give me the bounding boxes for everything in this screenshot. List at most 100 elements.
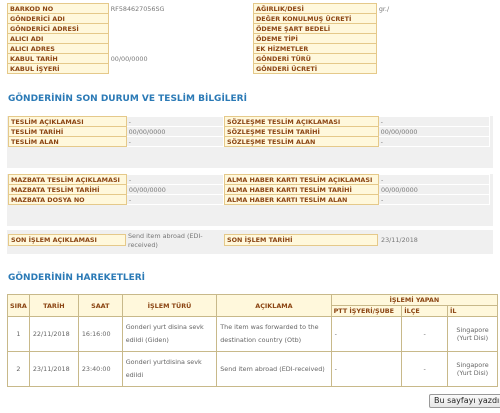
col-header-ptt: PTT İŞYERİ/ŞUBE: [330, 305, 403, 317]
field-label: AĞIRLIK/DESİ: [253, 3, 377, 14]
mazbata-info-right: ALMA HABER KARTI TESLİM AÇIKLAMASI - ALMA …: [224, 174, 491, 205]
field-label: BARKOD NO: [7, 3, 109, 14]
field-label: GÖNDERİCİ ADRESİ: [7, 23, 109, 34]
delivery-info-left: TESLİM AÇIKLAMASI - TESLİM TARİHİ 00/00/000…: [8, 116, 225, 147]
field-label: MAZBATA DOSYA NO: [8, 194, 127, 205]
movement-cell-aciklama: The item was forwarded to the destinatio…: [216, 316, 332, 352]
field-value: -: [377, 194, 491, 205]
field-value: 00/00/0000: [377, 184, 491, 195]
info-row: SÖZLEŞME TESLİM ALAN -: [224, 136, 491, 147]
field-value: [107, 63, 249, 74]
field-label: ALICI ADRES: [7, 43, 109, 54]
info-row: GÖNDERİ ÜCRETİ: [253, 63, 494, 74]
info-row: KABUL İŞYERİ: [7, 63, 249, 74]
movement-cell-islem-turu: Gonderi yurtdisina sevk edildi: [121, 351, 218, 387]
print-page-button[interactable]: Bu sayfayı yazdır: [429, 394, 500, 408]
delivery-info-right: SÖZLEŞME TESLİM AÇIKLAMASI - SÖZLEŞME TESL…: [224, 116, 491, 147]
field-value: [107, 23, 249, 34]
field-value: 00/00/0000: [125, 184, 225, 195]
info-row: DEĞER KONULMUŞ ÜCRETİ: [253, 13, 494, 24]
field-value: -: [125, 116, 225, 127]
field-label: GÖNDERİ ÜCRETİ: [253, 63, 377, 74]
info-row: ALMA HABER KARTI TESLİM TARİHİ 00/00/0000: [224, 184, 491, 195]
movement-cell-sira: 2: [7, 351, 30, 387]
field-value: 00/00/0000: [377, 126, 491, 137]
field-label: SÖZLEŞME TESLİM ALAN: [224, 136, 379, 147]
movement-row: 2 23/11/2018 23:40:00 Gonderi yurtdisina se…: [7, 351, 498, 387]
field-label: ALICI ADI: [7, 33, 109, 44]
info-row: ALMA HABER KARTI TESLİM ALAN -: [224, 194, 491, 205]
info-row: EK HİZMETLER: [253, 43, 494, 54]
field-value: -: [125, 174, 225, 185]
last-action-desc-label: SON İŞLEM AÇIKLAMASI: [8, 234, 126, 246]
field-label: GÖNDERİ TÜRÜ: [253, 53, 377, 64]
field-label: ÖDEME TİPİ: [253, 33, 377, 44]
field-value: [375, 43, 494, 54]
info-row: SÖZLEŞME TESLİM AÇIKLAMASI -: [224, 116, 491, 127]
movement-cell-aciklama: Send item abroad (EDI-received): [216, 351, 332, 387]
col-header-il: İL: [447, 305, 498, 317]
field-label: ÖDEME ŞART BEDELİ: [253, 23, 377, 34]
info-row: GÖNDERİCİ ADRESİ: [7, 23, 249, 34]
movements-section-title: GÖNDERİNİN HAREKETLERİ: [8, 273, 146, 283]
info-row: TESLİM ALAN -: [8, 136, 225, 147]
info-row: GÖNDERİCİ ADI: [7, 13, 249, 24]
movement-cell-islem-turu: Gonderi yurt disina sevk edildi (Giden): [121, 316, 218, 352]
field-value: gr./: [375, 3, 494, 14]
field-value: -: [377, 174, 491, 185]
field-label: ALMA HABER KARTI TESLİM AÇIKLAMASI: [224, 174, 379, 185]
field-label: TESLİM TARİHİ: [8, 126, 127, 137]
movement-cell-tarih: 22/11/2018: [28, 316, 79, 352]
field-label: MAZBATA TESLİM AÇIKLAMASI: [8, 174, 127, 185]
field-label: SÖZLEŞME TESLİM AÇIKLAMASI: [224, 116, 379, 127]
col-header-islem-turu: İŞLEM TÜRÜ: [121, 294, 218, 317]
col-header-tarih: TARİH: [28, 294, 79, 317]
info-row: SÖZLEŞME TESLİM TARİHİ 00/00/0000: [224, 126, 491, 137]
field-label: ALMA HABER KARTI TESLİM ALAN: [224, 194, 379, 205]
movement-cell-saat: 16:16:00: [77, 316, 123, 352]
field-label: ALMA HABER KARTI TESLİM TARİHİ: [224, 184, 379, 195]
field-value: -: [377, 136, 491, 147]
info-row: ALMA HABER KARTI TESLİM AÇIKLAMASI -: [224, 174, 491, 185]
field-value: [107, 33, 249, 44]
info-row: GÖNDERİ TÜRÜ: [253, 53, 494, 64]
movement-row: 1 22/11/2018 16:16:00 Gonderi yurt disina s…: [7, 316, 498, 352]
col-header-saat: SAAT: [77, 294, 123, 317]
movement-cell-tarih: 23/11/2018: [28, 351, 79, 387]
field-label: SÖZLEŞME TESLİM TARİHİ: [224, 126, 379, 137]
last-action-date-label: SON İŞLEM TARİHİ: [224, 234, 378, 246]
field-value: RF584627056SG: [107, 3, 249, 14]
field-value: [375, 23, 494, 34]
info-row: ÖDEME ŞART BEDELİ: [253, 23, 494, 34]
field-value: [375, 63, 494, 74]
info-row: ALICI ADRES: [7, 43, 249, 54]
field-value: [375, 33, 494, 44]
field-value: -: [377, 116, 491, 127]
movements-table: SIRA TARİH SAAT İŞLEM TÜRÜ AÇIKLAMA İŞLE…: [7, 294, 499, 387]
info-row: MAZBATA TESLİM TARİHİ 00/00/0000: [8, 184, 225, 195]
field-label: TESLİM ALAN: [8, 136, 127, 147]
movement-cell-il: Singapore (Yurt Disi): [447, 351, 498, 387]
field-label: EK HİZMETLER: [253, 43, 377, 54]
info-row: TESLİM AÇIKLAMASI -: [8, 116, 225, 127]
field-value: 00/00/0000: [107, 53, 249, 64]
info-row: ÖDEME TİPİ: [253, 33, 494, 44]
info-row: ALICI ADI: [7, 33, 249, 44]
mazbata-info-left: MAZBATA TESLİM AÇIKLAMASI - MAZBATA TESLİM…: [8, 174, 225, 205]
col-header-ilce: İLÇE: [401, 305, 449, 317]
last-action-desc-value: Send item abroad (EDI-received): [128, 232, 203, 249]
movement-cell-il: Singapore (Yurt Disi): [447, 316, 498, 352]
field-label: KABUL İŞYERİ: [7, 63, 109, 74]
field-label: MAZBATA TESLİM TARİHİ: [8, 184, 127, 195]
field-label: GÖNDERİCİ ADI: [7, 13, 109, 24]
field-value: [107, 43, 249, 54]
movement-cell-sira: 1: [7, 316, 30, 352]
last-action-date-value: 23/11/2018: [381, 236, 418, 244]
info-row: MAZBATA TESLİM AÇIKLAMASI -: [8, 174, 225, 185]
field-label: KABUL TARİH: [7, 53, 109, 64]
movement-cell-ptt: -: [330, 316, 403, 352]
info-row: AĞIRLIK/DESİ gr./: [253, 3, 494, 14]
movement-cell-saat: 23:40:00: [77, 351, 123, 387]
field-label: TESLİM AÇIKLAMASI: [8, 116, 127, 127]
field-value: 00/00/0000: [125, 126, 225, 137]
